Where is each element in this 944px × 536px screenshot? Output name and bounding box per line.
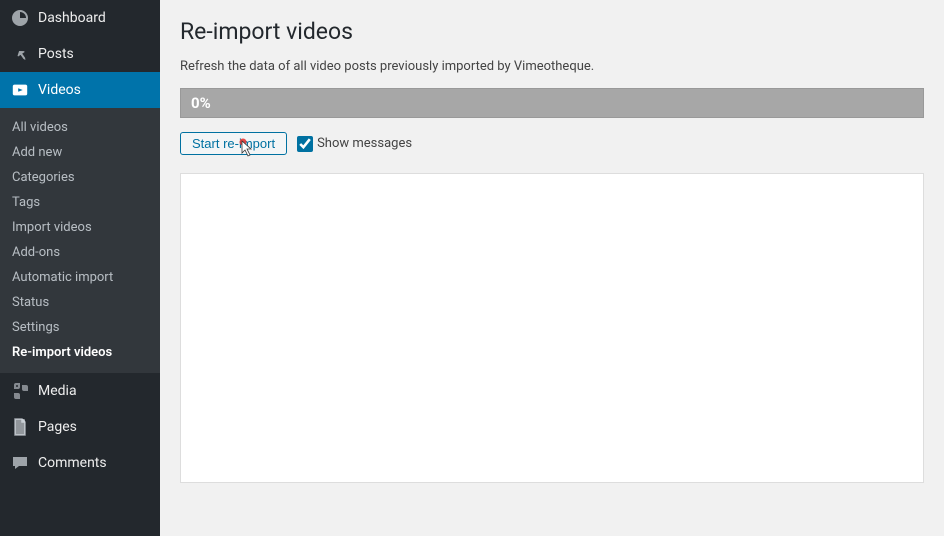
menu-posts[interactable]: Posts <box>0 36 160 72</box>
submenu-status[interactable]: Status <box>0 290 160 315</box>
menu-label: Media <box>38 383 77 399</box>
menu-label: Pages <box>38 419 77 435</box>
submenu-settings[interactable]: Settings <box>0 315 160 340</box>
page-title: Re-import videos <box>180 18 924 45</box>
submenu-categories[interactable]: Categories <box>0 165 160 190</box>
show-messages-wrap[interactable]: Show messages <box>297 136 412 152</box>
menu-label: Dashboard <box>38 10 106 26</box>
comments-icon <box>10 453 30 473</box>
controls-row: Start re-import Show messages <box>180 132 924 155</box>
menu-label: Comments <box>38 455 107 471</box>
menu-videos[interactable]: Videos <box>0 72 160 108</box>
submenu-automatic-import[interactable]: Automatic import <box>0 265 160 290</box>
submenu-add-ons[interactable]: Add-ons <box>0 240 160 265</box>
progress-bar: 0% <box>180 88 924 118</box>
cursor-indicator <box>237 137 255 155</box>
submenu-reimport-videos[interactable]: Re-import videos <box>0 340 160 365</box>
page-description: Refresh the data of all video posts prev… <box>180 59 924 74</box>
main-content: Re-import videos Refresh the data of all… <box>160 0 944 536</box>
menu-dashboard[interactable]: Dashboard <box>0 0 160 36</box>
progress-value: 0% <box>191 94 211 112</box>
menu-pages[interactable]: Pages <box>0 409 160 445</box>
media-icon <box>10 381 30 401</box>
log-output[interactable] <box>180 173 924 483</box>
videos-submenu: All videos Add new Categories Tags Impor… <box>0 108 160 373</box>
submenu-add-new[interactable]: Add new <box>0 140 160 165</box>
menu-label: Videos <box>38 82 81 98</box>
dashboard-icon <box>10 8 30 28</box>
video-icon <box>10 80 30 100</box>
show-messages-checkbox[interactable] <box>297 136 313 152</box>
pin-icon <box>10 44 30 64</box>
submenu-all-videos[interactable]: All videos <box>0 115 160 140</box>
menu-label: Posts <box>38 46 74 62</box>
show-messages-label: Show messages <box>317 136 412 151</box>
menu-media[interactable]: Media <box>0 373 160 409</box>
admin-sidebar: Dashboard Posts Videos All videos Add ne… <box>0 0 160 536</box>
start-reimport-button[interactable]: Start re-import <box>180 132 287 155</box>
menu-comments[interactable]: Comments <box>0 445 160 481</box>
submenu-import-videos[interactable]: Import videos <box>0 215 160 240</box>
submenu-tags[interactable]: Tags <box>0 190 160 215</box>
pages-icon <box>10 417 30 437</box>
